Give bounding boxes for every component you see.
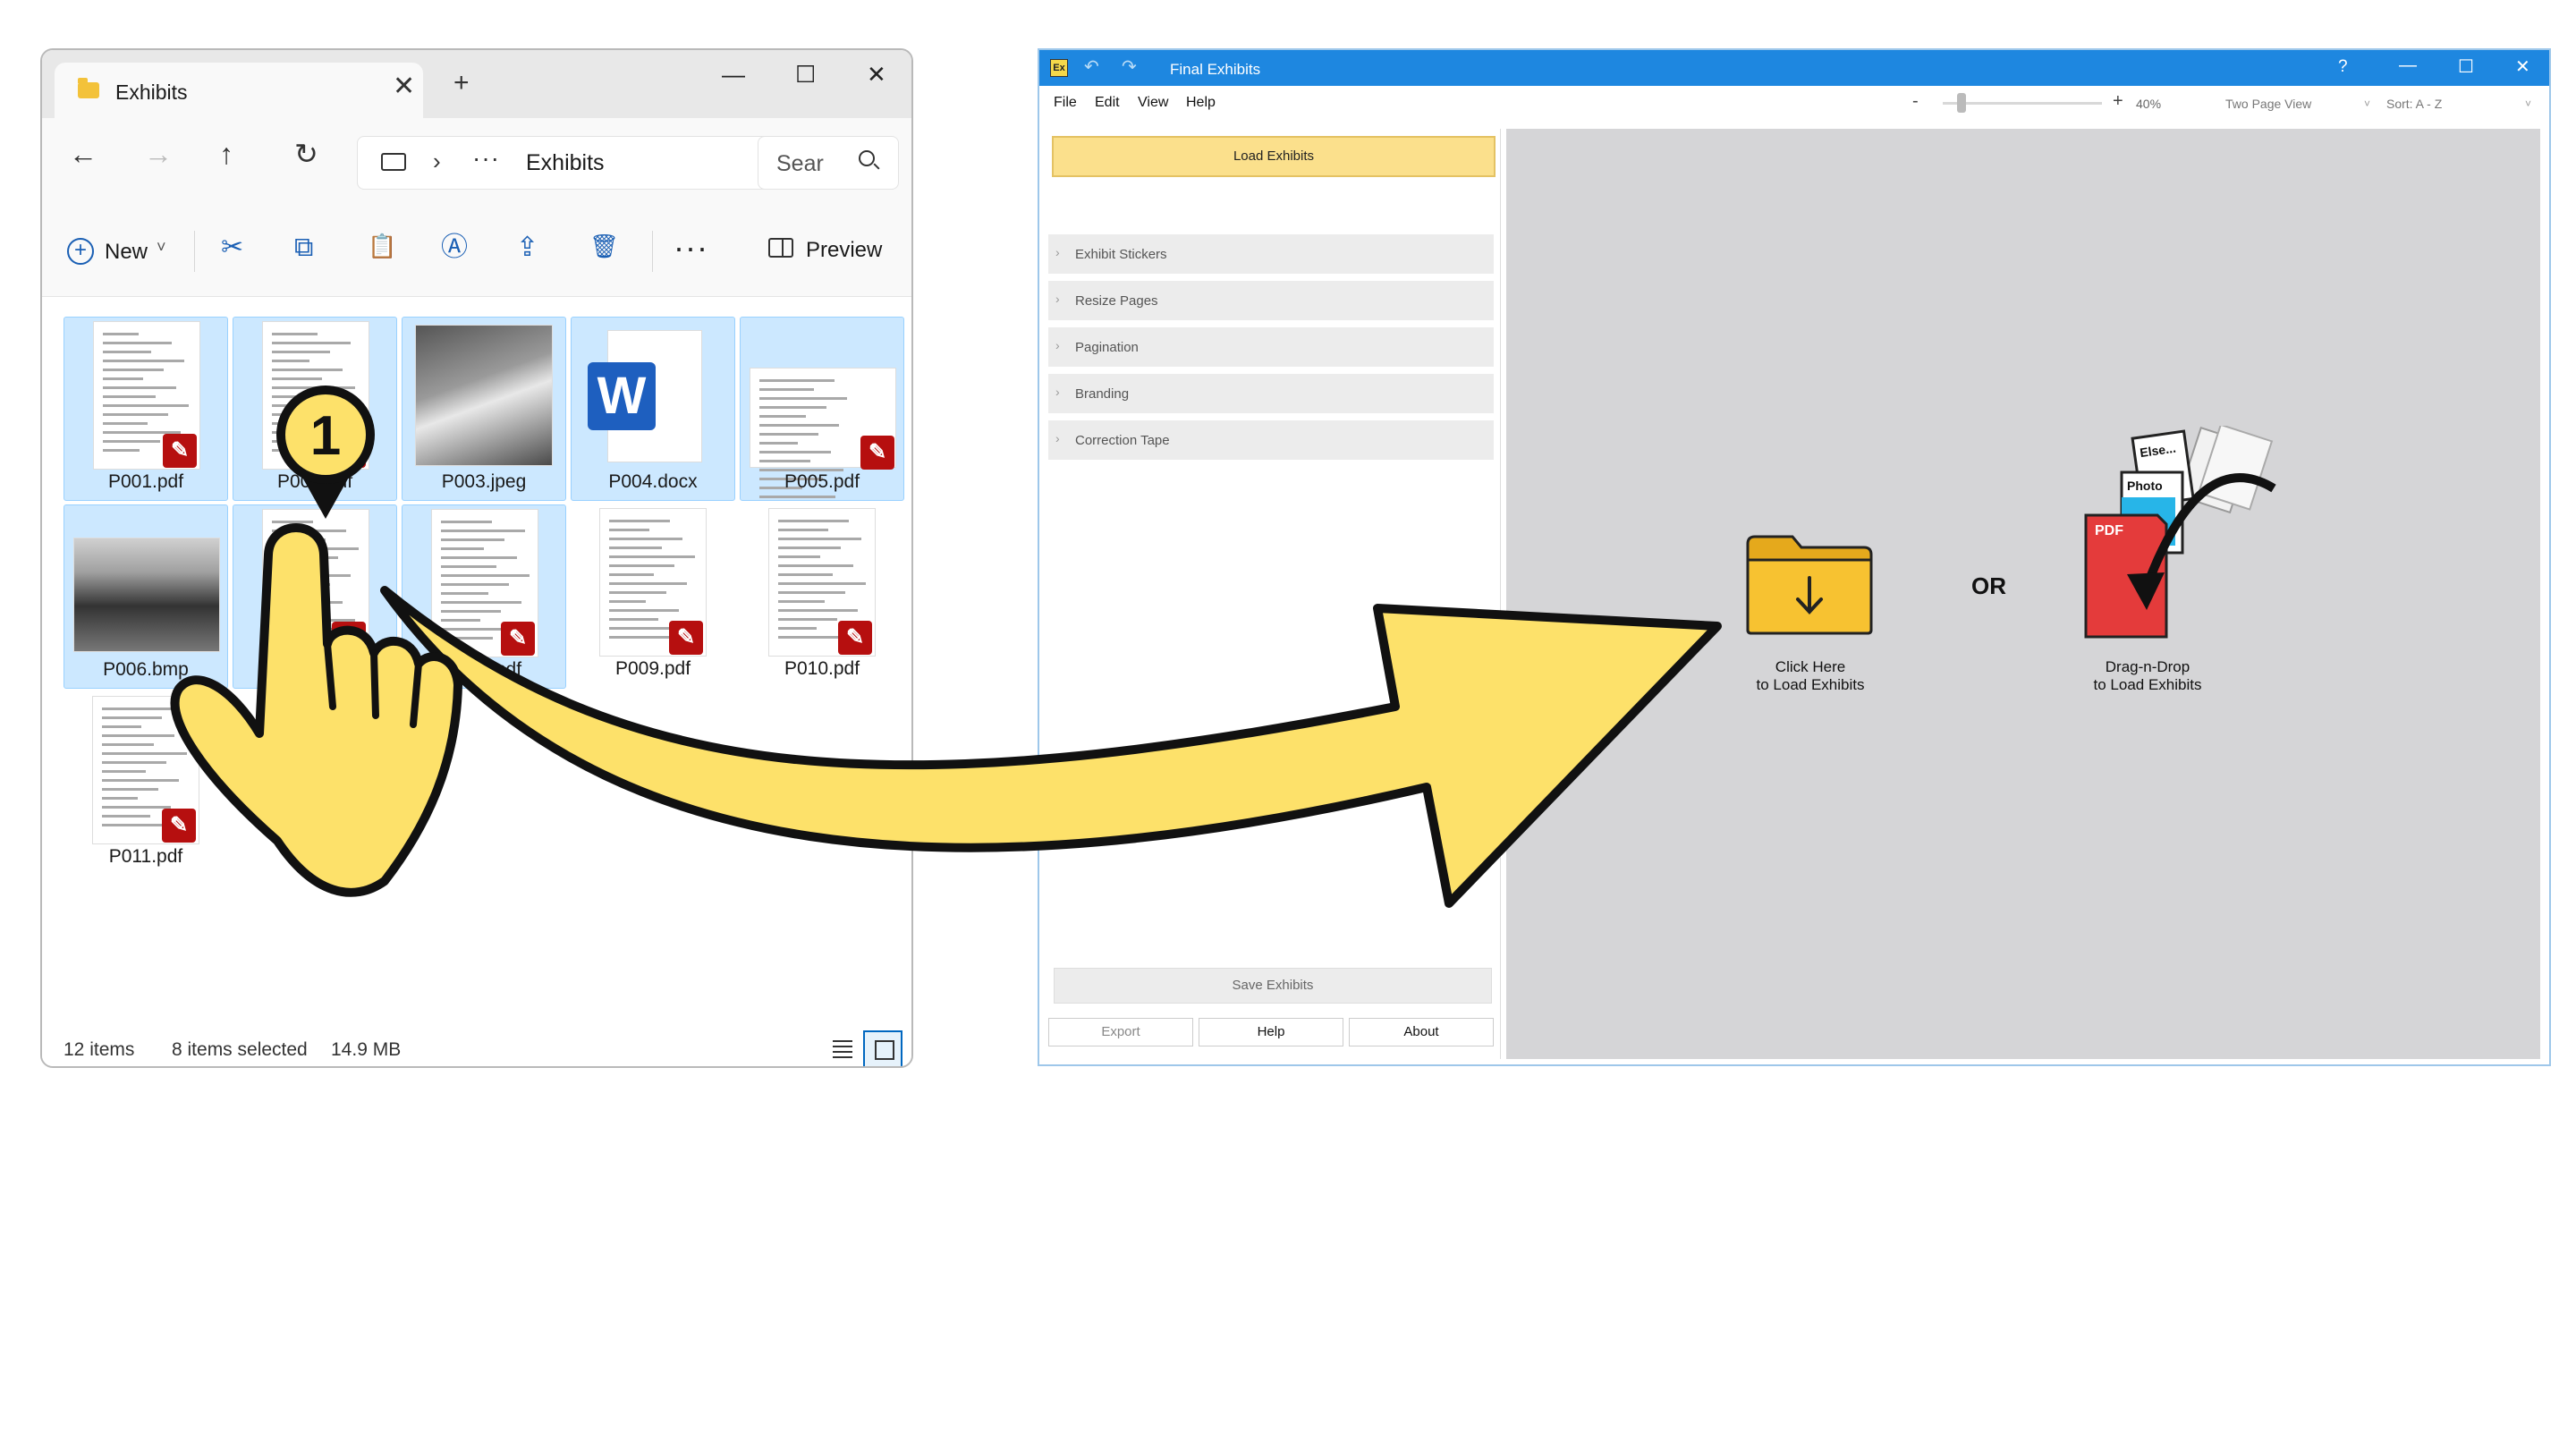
pointing-hand-icon [170, 523, 462, 897]
tutorial-overlay: 1 [170, 386, 1722, 908]
drag-arrow-icon [380, 586, 1722, 908]
stage: Exhibits ✕ + — ☐ ✕ ← → ↑ ↻ › ··· Exhibit… [0, 0, 2576, 1449]
step-number: 1 [310, 405, 341, 467]
step-callout: 1 [276, 386, 375, 519]
